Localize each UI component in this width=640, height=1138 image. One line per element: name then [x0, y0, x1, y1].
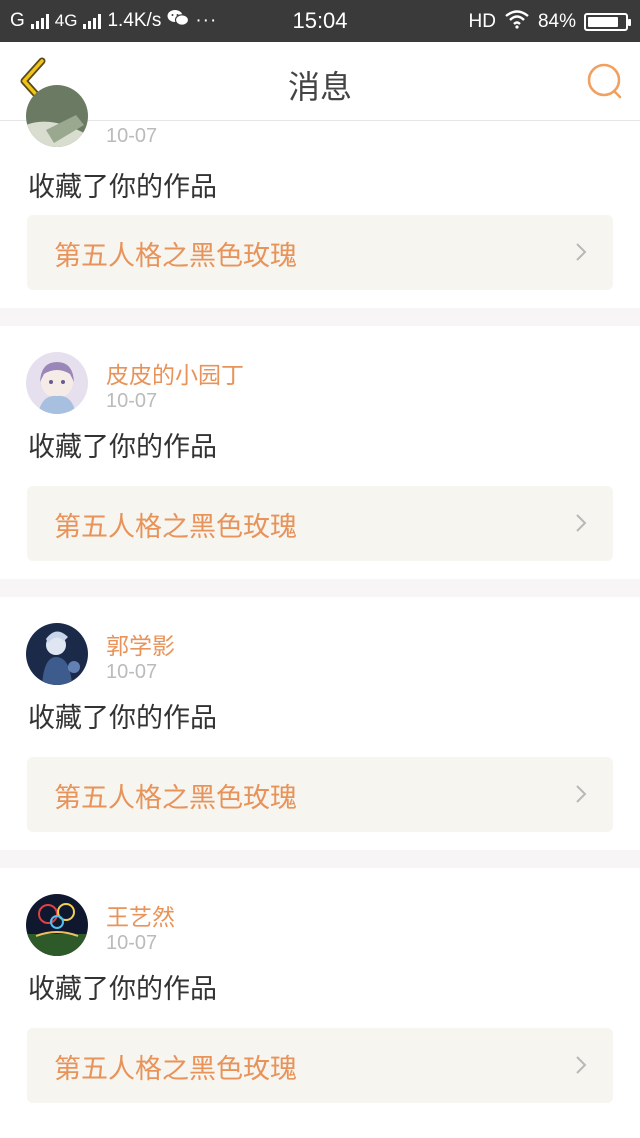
- message-header: 郭学影 10-07: [0, 597, 640, 699]
- wifi-icon: [504, 9, 530, 35]
- chevron-right-icon: [576, 1056, 587, 1074]
- message-card: 王艺然 10-07 收藏了你的作品 第五人格之黑色玫瑰: [0, 868, 640, 1121]
- chevron-right-icon: [576, 785, 587, 803]
- chevron-right-icon: [576, 243, 587, 261]
- avatar[interactable]: [26, 352, 88, 414]
- work-title: 第五人格之黑色玫瑰: [54, 241, 297, 272]
- message-action: 收藏了你的作品: [28, 974, 217, 1005]
- divider: [0, 579, 640, 597]
- avatar[interactable]: [26, 85, 88, 147]
- search-icon: [587, 63, 622, 99]
- divider: [0, 850, 640, 868]
- message-card: 10-07 收藏了你的作品 第五人格之黑色玫瑰: [0, 85, 640, 308]
- message-header: 10-07: [0, 85, 640, 151]
- message-header: 王艺然 10-07: [0, 868, 640, 970]
- work-title: 第五人格之黑色玫瑰: [54, 783, 297, 814]
- battery-percent: 84%: [537, 11, 576, 32]
- message-username[interactable]: 王艺然: [106, 898, 175, 932]
- work-link[interactable]: 第五人格之黑色玫瑰: [27, 757, 613, 832]
- message-date: 10-07: [106, 390, 158, 412]
- message-card: 郭学影 10-07 收藏了你的作品 第五人格之黑色玫瑰: [0, 597, 640, 850]
- avatar[interactable]: [26, 894, 88, 956]
- work-link[interactable]: 第五人格之黑色玫瑰: [27, 215, 613, 290]
- avatar[interactable]: [26, 623, 88, 685]
- battery-icon: [584, 13, 631, 31]
- status-bar: G 4G 1.4K/s ··· 15:04 HD 84%: [0, 0, 640, 42]
- chevron-right-icon: [576, 514, 587, 532]
- search-button[interactable]: [586, 62, 624, 100]
- message-date: 10-07: [106, 661, 158, 683]
- nav-bar: 消息: [0, 42, 640, 121]
- work-link[interactable]: 第五人格之黑色玫瑰: [27, 486, 613, 561]
- work-title: 第五人格之黑色玫瑰: [54, 512, 297, 543]
- work-title: 第五人格之黑色玫瑰: [54, 1054, 297, 1085]
- message-card: 皮皮的小园丁 10-07 收藏了你的作品 第五人格之黑色玫瑰: [0, 326, 640, 579]
- message-action: 收藏了你的作品: [28, 432, 217, 463]
- hd-label: HD: [468, 11, 496, 32]
- message-list: 10-07 收藏了你的作品 第五人格之黑色玫瑰 皮皮的小园丁 10-07 收藏了…: [0, 85, 640, 1121]
- message-username[interactable]: 皮皮的小园丁: [106, 356, 244, 390]
- message-date: 10-07: [106, 125, 158, 147]
- status-right: HD 84%: [468, 9, 631, 35]
- message-username[interactable]: 郭学影: [106, 627, 175, 661]
- message-date: 10-07: [106, 932, 158, 954]
- message-action: 收藏了你的作品: [28, 172, 217, 203]
- work-link[interactable]: 第五人格之黑色玫瑰: [27, 1028, 613, 1103]
- message-action: 收藏了你的作品: [28, 703, 217, 734]
- divider: [0, 308, 640, 326]
- page-title: 消息: [287, 68, 352, 106]
- message-header: 皮皮的小园丁 10-07: [0, 326, 640, 428]
